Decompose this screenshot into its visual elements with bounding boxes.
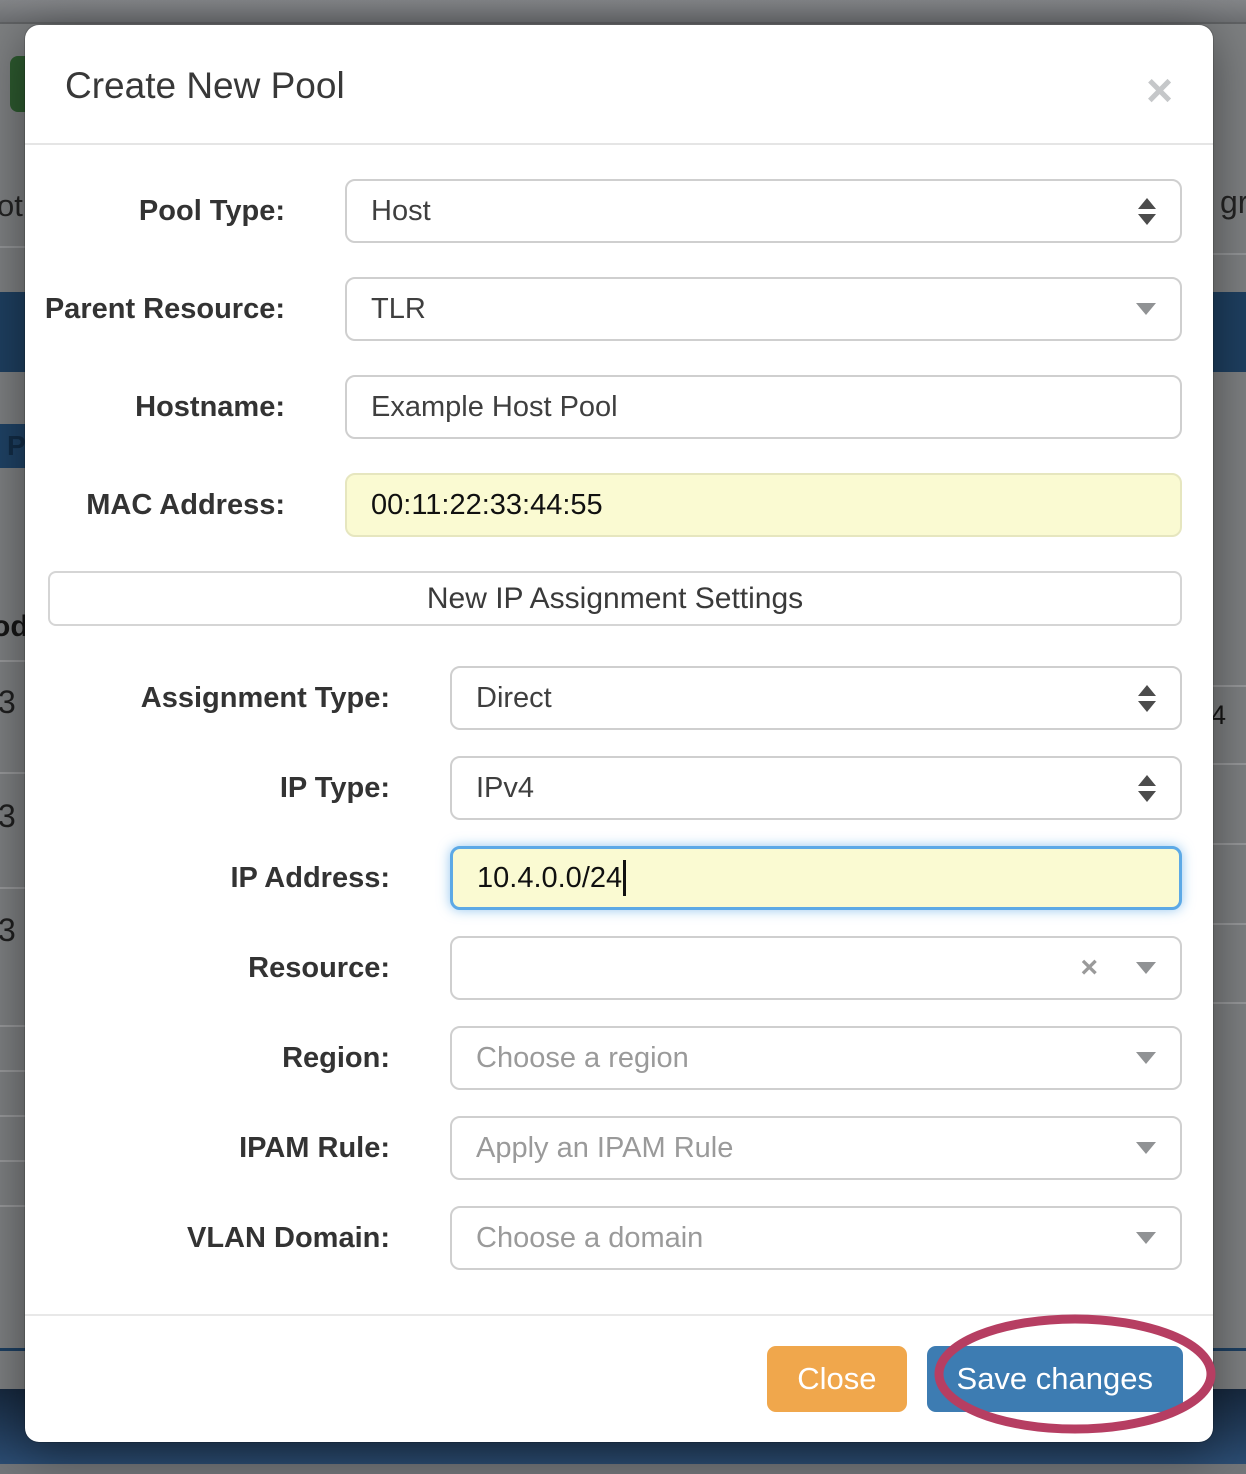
- ipam-rule-label: IPAM Rule:: [239, 1131, 390, 1164]
- ip-address-input[interactable]: 10.4.0.0/24: [450, 846, 1182, 910]
- vlan-domain-select[interactable]: Choose a domain: [450, 1206, 1182, 1270]
- ip-type-label: IP Type:: [279, 771, 390, 804]
- background-tab-fragment: P: [0, 424, 26, 468]
- ip-address-value: 10.4.0.0/24: [477, 861, 623, 894]
- modal-body: Pool Type: Host Parent Resource: TLR Hos…: [25, 145, 1213, 1314]
- select-spinner-icon: [1138, 684, 1156, 712]
- save-changes-button[interactable]: Save changes: [926, 1346, 1183, 1412]
- ipam-rule-row: IPAM Rule: Apply an IPAM Rule: [25, 1116, 1213, 1180]
- assignment-type-label: Assignment Type:: [140, 681, 390, 714]
- resource-row: Resource: ×: [25, 936, 1213, 1000]
- ipam-rule-select[interactable]: Apply an IPAM Rule: [450, 1116, 1182, 1180]
- background-row-separator: [0, 1205, 25, 1207]
- clear-icon[interactable]: ×: [1080, 953, 1098, 983]
- background-green-button-fragment: [10, 56, 25, 112]
- ipam-rule-placeholder: Apply an IPAM Rule: [476, 1131, 734, 1164]
- vlan-domain-label: VLAN Domain:: [187, 1221, 390, 1254]
- background-table-row-fragment: 4: [1211, 700, 1227, 730]
- pool-type-label: Pool Type:: [138, 194, 285, 227]
- parent-resource-row: Parent Resource: TLR: [25, 277, 1213, 341]
- ip-type-row: IP Type: IPv4: [25, 756, 1213, 820]
- vlan-domain-row: VLAN Domain: Choose a domain: [25, 1206, 1213, 1270]
- assignment-type-value: Direct: [476, 681, 552, 714]
- hostname-input[interactable]: Example Host Pool: [345, 375, 1182, 439]
- background-row-separator: [1213, 843, 1246, 845]
- ip-type-value: IPv4: [476, 771, 535, 804]
- select-spinner-icon: [1138, 774, 1156, 802]
- resource-label: Resource:: [248, 951, 390, 984]
- close-icon[interactable]: ×: [1146, 67, 1173, 113]
- background-row-separator: [0, 1160, 25, 1162]
- assignment-type-row: Assignment Type: Direct: [25, 666, 1213, 730]
- background-row-separator: [0, 660, 25, 662]
- chevron-down-icon: [1136, 1052, 1156, 1064]
- modal-footer: Close Save changes: [25, 1314, 1213, 1442]
- chevron-down-icon: [1136, 1232, 1156, 1244]
- background-row-separator: [1213, 923, 1246, 925]
- mac-address-input[interactable]: 00:11:22:33:44:55: [345, 473, 1182, 537]
- assignment-type-select[interactable]: Direct: [450, 666, 1182, 730]
- region-placeholder: Choose a region: [476, 1041, 689, 1074]
- background-table-row-fragment: 3: [0, 684, 16, 720]
- chevron-down-icon: [1136, 962, 1156, 974]
- ip-address-row: IP Address: 10.4.0.0/24: [25, 846, 1213, 910]
- hostname-value: Example Host Pool: [371, 390, 618, 423]
- background-bottom-strip: [0, 1464, 1246, 1474]
- background-row-separator: [1213, 685, 1246, 687]
- background-row-separator: [0, 772, 25, 774]
- mac-address-label: MAC Address:: [86, 488, 285, 521]
- mac-address-value: 00:11:22:33:44:55: [371, 488, 603, 521]
- modal-header: Create New Pool ×: [25, 25, 1213, 145]
- region-select[interactable]: Choose a region: [450, 1026, 1182, 1090]
- ip-address-label: IP Address:: [230, 861, 390, 894]
- hostname-label: Hostname:: [135, 390, 285, 423]
- background-row-separator: [1213, 1002, 1246, 1004]
- background-table-row-fragment: 3: [0, 912, 16, 948]
- background-top-bar: [0, 0, 1246, 24]
- ip-type-select[interactable]: IPv4: [450, 756, 1182, 820]
- text-cursor: [623, 860, 627, 896]
- select-spinner-icon: [1138, 197, 1156, 225]
- mac-address-row: MAC Address: 00:11:22:33:44:55: [25, 473, 1213, 537]
- parent-resource-value: TLR: [371, 292, 426, 325]
- background-row-separator: [0, 1070, 25, 1072]
- ip-assignment-section-header: New IP Assignment Settings: [48, 571, 1182, 626]
- parent-resource-select[interactable]: TLR: [345, 277, 1182, 341]
- background-row-separator: [1213, 763, 1246, 765]
- background-text-fragment-left: ot: [0, 188, 23, 223]
- modal-title: Create New Pool: [65, 65, 345, 106]
- region-label: Region:: [282, 1041, 390, 1074]
- resource-combobox[interactable]: ×: [450, 936, 1182, 1000]
- pool-type-row: Pool Type: Host: [25, 179, 1213, 243]
- background-table-row-fragment: 3: [0, 798, 16, 834]
- chevron-down-icon: [1136, 1142, 1156, 1154]
- pool-type-value: Host: [371, 194, 431, 227]
- background-row-separator: [0, 1115, 25, 1117]
- parent-resource-label: Parent Resource:: [44, 292, 285, 325]
- close-button[interactable]: Close: [767, 1346, 907, 1412]
- background-text-fragment-right: gr: [1220, 184, 1246, 220]
- hostname-row: Hostname: Example Host Pool: [25, 375, 1213, 439]
- background-row-separator: [0, 1025, 25, 1027]
- create-new-pool-modal: Create New Pool × Pool Type: Host Parent…: [25, 25, 1213, 1442]
- chevron-down-icon: [1136, 303, 1156, 315]
- background-divider: [1213, 253, 1246, 255]
- vlan-domain-placeholder: Choose a domain: [476, 1221, 704, 1254]
- region-row: Region: Choose a region: [25, 1026, 1213, 1090]
- background-row-separator: [0, 887, 25, 889]
- pool-type-select[interactable]: Host: [345, 179, 1182, 243]
- background-divider: [0, 246, 25, 248]
